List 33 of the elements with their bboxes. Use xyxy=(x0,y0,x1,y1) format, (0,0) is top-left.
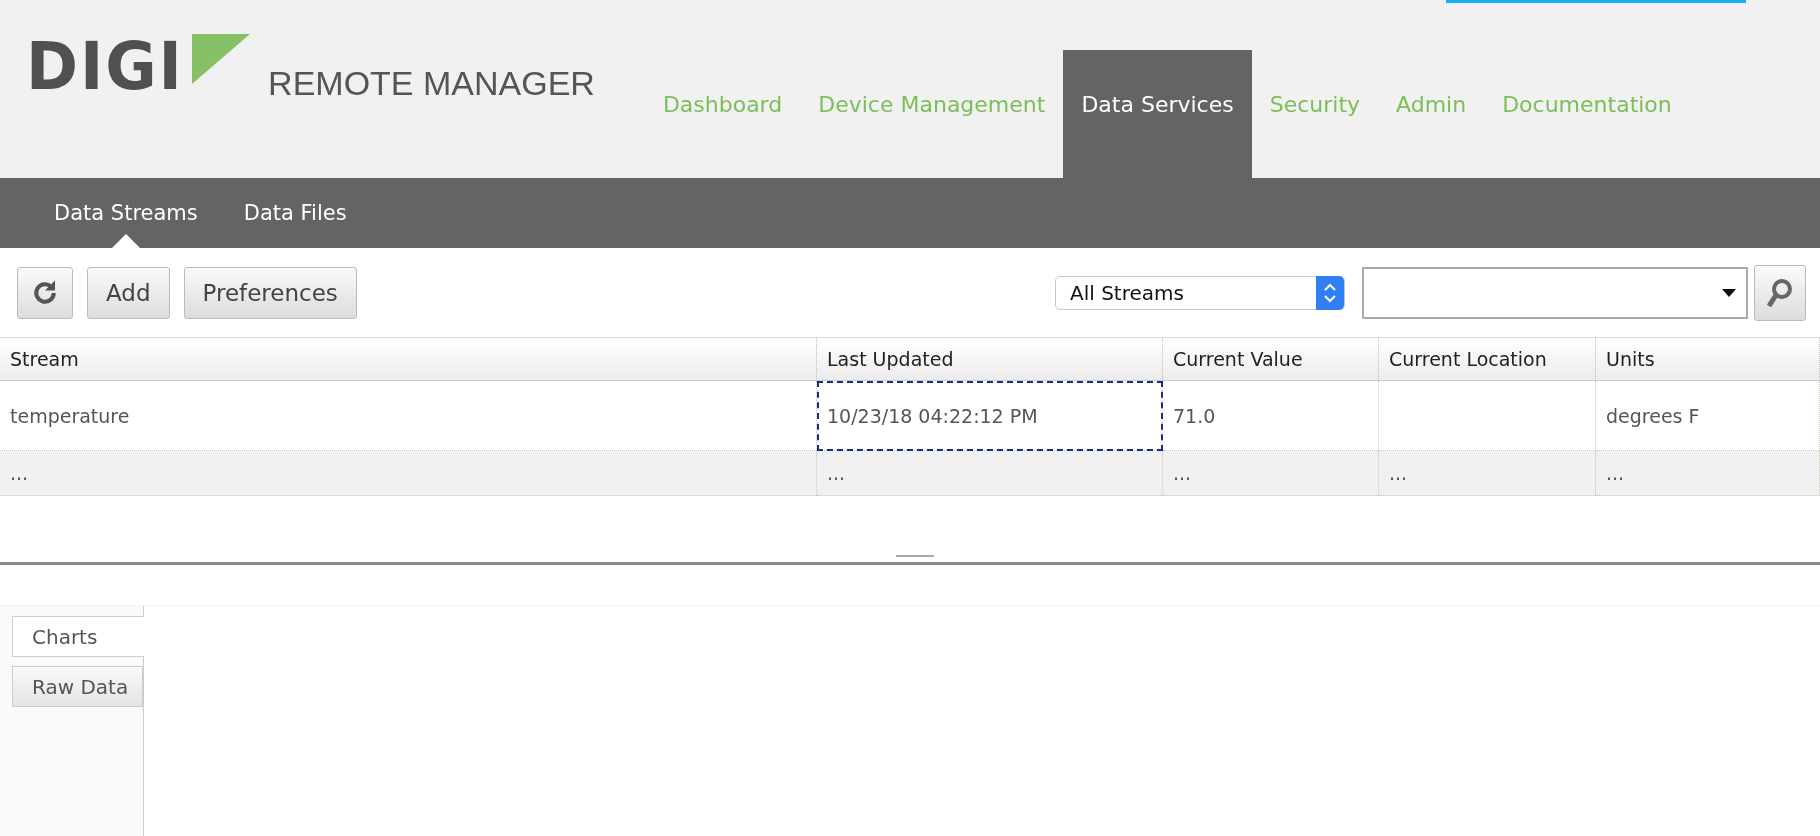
column-header[interactable]: Stream xyxy=(0,338,817,381)
subnav-tab[interactable]: Data Streams xyxy=(54,178,198,248)
caret-icon xyxy=(1722,288,1736,297)
table-cell: ... xyxy=(817,451,1163,496)
stepper-icon xyxy=(1316,275,1344,310)
toolbar-button[interactable]: Add xyxy=(87,266,170,319)
search-button[interactable] xyxy=(1754,264,1806,321)
column-header[interactable]: Current Location xyxy=(1379,338,1596,381)
selection-notch-icon xyxy=(111,234,140,248)
logo-triangle-icon xyxy=(192,34,251,84)
table-cell: ... xyxy=(1379,451,1596,496)
table-cell: 10/23/18 04:22:12 PM xyxy=(817,381,1163,451)
search-field[interactable] xyxy=(1362,266,1748,319)
refresh-button[interactable] xyxy=(17,266,73,319)
nav-tab[interactable]: Data Services xyxy=(1063,50,1252,178)
table-cell: ... xyxy=(1596,451,1820,496)
toolbar-button[interactable]: Preferences xyxy=(183,266,357,319)
column-header[interactable]: Units xyxy=(1596,338,1820,381)
table-cell: ... xyxy=(0,451,817,496)
resize-handle[interactable] xyxy=(896,555,934,557)
side-tab[interactable]: Raw Data xyxy=(12,666,143,707)
side-tab[interactable]: Charts xyxy=(12,616,144,657)
column-header[interactable]: Last Updated xyxy=(817,338,1163,381)
logo-product-name: REMOTE MANAGER xyxy=(268,68,595,98)
table-cell: ... xyxy=(1163,451,1379,496)
logo-wordmark: DIGI xyxy=(26,34,184,100)
stream-filter-select[interactable]: All Streams xyxy=(1055,275,1345,310)
subnav-tab[interactable]: Data Files xyxy=(243,178,347,248)
table-cell: temperature xyxy=(0,381,817,451)
column-header[interactable]: Current Value xyxy=(1163,338,1379,381)
table-cell: degrees F xyxy=(1596,381,1820,451)
search-icon xyxy=(1765,276,1795,309)
table-cell: 71.0 xyxy=(1163,381,1379,451)
